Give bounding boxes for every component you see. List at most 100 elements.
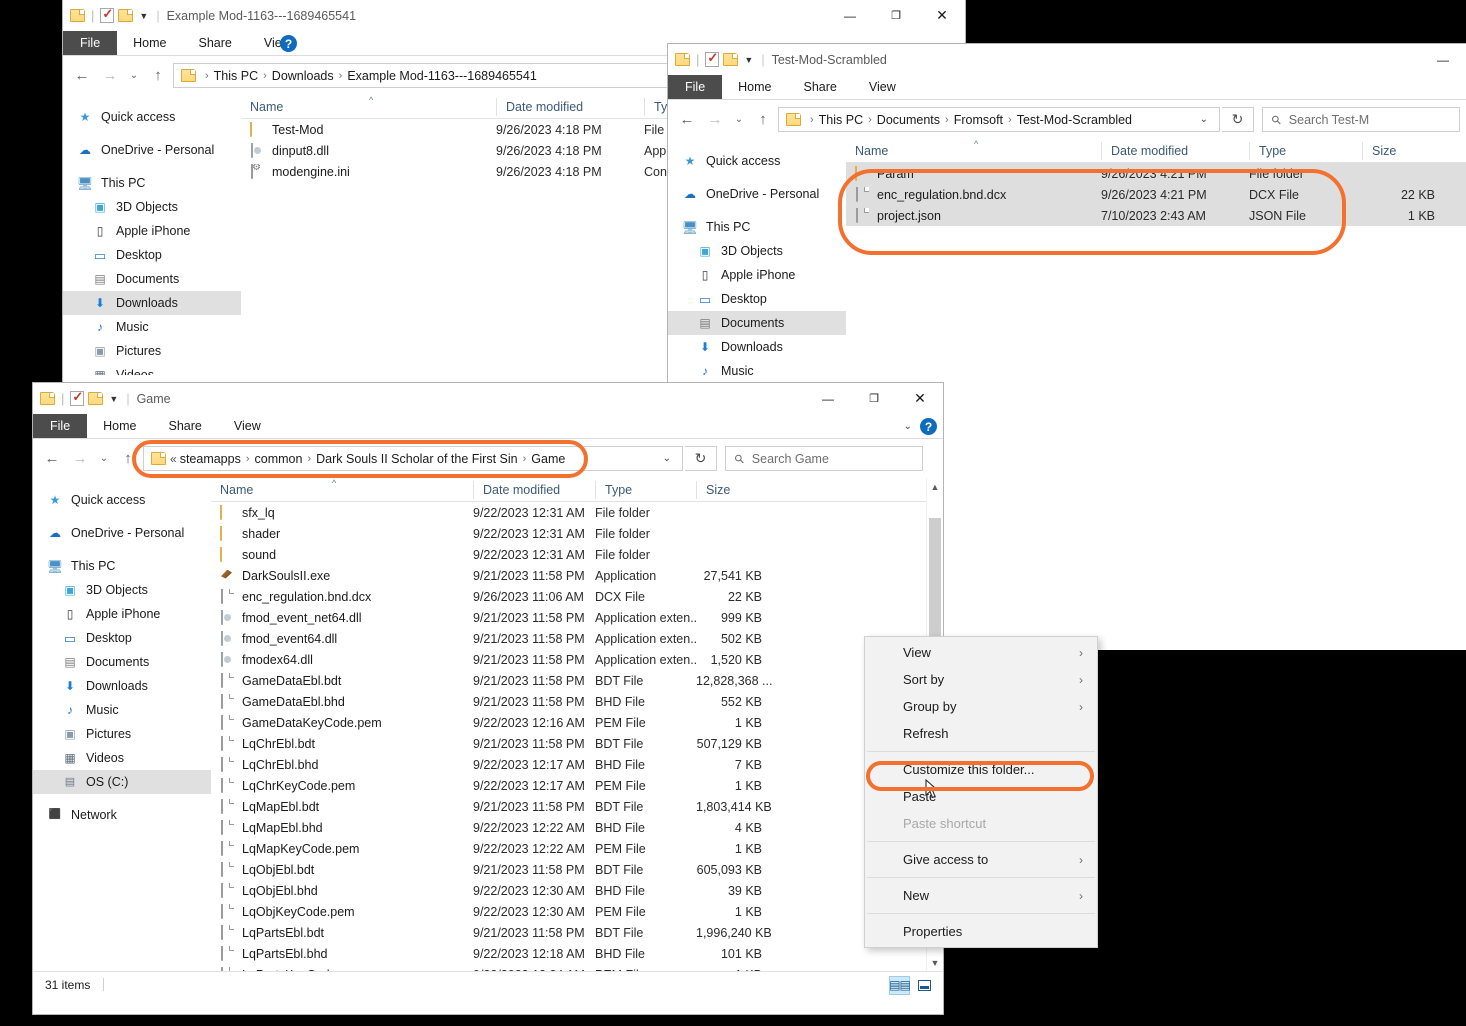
sidebar-item-os-c[interactable]: ▤ OS (C:) bbox=[33, 770, 211, 794]
breadcrumb-item-documents[interactable]: Documents bbox=[877, 113, 940, 127]
ribbon-right-controls[interactable]: ⌄ ? bbox=[904, 414, 937, 439]
properties-icon[interactable] bbox=[705, 50, 720, 67]
sidebar-item-pictures[interactable]: ▣ Pictures bbox=[33, 722, 211, 746]
up-button[interactable]: ↑ bbox=[750, 105, 776, 135]
sidebar-item-this-pc[interactable]: 🖥 This PC bbox=[63, 171, 241, 195]
explorer-window-game[interactable]: | ▼ |Game — ❐ ✕ File Home Share View ⌄ ? bbox=[33, 383, 943, 1014]
column-header-name[interactable]: Name bbox=[211, 481, 473, 499]
tab-home[interactable]: Home bbox=[87, 414, 152, 438]
maximize-button[interactable]: ❐ bbox=[873, 0, 919, 31]
column-header-date-modified[interactable]: Date modified bbox=[1101, 141, 1249, 160]
chevron-down-icon[interactable]: ⌄ bbox=[904, 421, 912, 432]
sidebar-item-music[interactable]: ♪ Music bbox=[63, 315, 241, 339]
table-row[interactable]: LqMapKeyCode.pem 9/22/2023 12:22 AM PEM Fi… bbox=[211, 838, 943, 859]
table-row[interactable]: LqObjEbl.bhd 9/22/2023 12:30 AM BHD File 39… bbox=[211, 880, 943, 901]
up-button[interactable]: ↑ bbox=[145, 61, 171, 91]
chevron-down-icon[interactable]: ⌄ bbox=[264, 38, 272, 49]
table-row[interactable]: Param 9/26/2023 4:21 PM File folder bbox=[846, 163, 1466, 184]
sidebar-item-downloads[interactable]: ⬇ Downloads bbox=[63, 291, 241, 315]
column-header-size[interactable]: Size bbox=[696, 480, 774, 499]
table-row[interactable]: enc_regulation.bnd.dcx 9/26/2023 4:21 PM D… bbox=[846, 184, 1466, 205]
sidebar-item-desktop[interactable]: ▭ Desktop bbox=[668, 287, 846, 311]
breadcrumb-item-fromsoft[interactable]: Fromsoft bbox=[954, 113, 1003, 127]
breadcrumb-item-steamapps[interactable]: steamapps bbox=[180, 452, 241, 466]
sidebar-item-this-pc[interactable]: 🖥 This PC bbox=[668, 215, 846, 239]
sidebar-item-apple-iphone[interactable]: ▯ Apple iPhone bbox=[33, 602, 211, 626]
table-row[interactable]: LqChrEbl.bhd 9/22/2023 12:17 AM BHD File 7 … bbox=[211, 754, 943, 775]
table-row[interactable]: LqPartsEbl.bdt 9/21/2023 11:58 PM BDT File… bbox=[211, 922, 943, 943]
sidebar-item-music[interactable]: ♪ Music bbox=[33, 698, 211, 722]
titlebar[interactable]: | ▼ |Test-Mod-Scrambled — bbox=[668, 44, 1466, 75]
context-menu-item-sort-by[interactable]: Sort by › bbox=[865, 666, 1097, 693]
table-row[interactable]: LqObjKeyCode.pem 9/22/2023 12:30 AM PEM Fi… bbox=[211, 901, 943, 922]
tab-view[interactable]: View bbox=[218, 414, 277, 438]
address-dropdown-icon[interactable]: ⌄ bbox=[656, 453, 678, 464]
recent-locations-button[interactable]: ⌄ bbox=[95, 444, 113, 474]
table-row[interactable]: LqMapEbl.bdt 9/21/2023 11:58 PM BDT File 1,… bbox=[211, 796, 943, 817]
table-row[interactable]: LqPartsEbl.bhd 9/22/2023 12:18 AM BHD File… bbox=[211, 943, 943, 964]
table-row[interactable]: GameDataKeyCode.pem 9/22/2023 12:16 AM PEM… bbox=[211, 712, 943, 733]
sidebar-item-quick-access[interactable]: ★ Quick access bbox=[668, 149, 846, 173]
table-row[interactable]: GameDataEbl.bdt 9/21/2023 11:58 PM BDT Fil… bbox=[211, 670, 943, 691]
breadcrumb-item-this-pc[interactable]: This PC bbox=[214, 69, 258, 83]
table-row[interactable]: DarkSoulsII.exe 9/21/2023 11:58 PM Applica… bbox=[211, 565, 943, 586]
context-menu-item-properties[interactable]: Properties bbox=[865, 918, 1097, 945]
table-row[interactable]: LqMapEbl.bhd 9/22/2023 12:22 AM BHD File 4 … bbox=[211, 817, 943, 838]
ribbon-tabs[interactable]: File Home Share View ⌄ ? bbox=[33, 414, 943, 439]
help-icon[interactable]: ? bbox=[920, 418, 937, 435]
table-row[interactable]: shader 9/22/2023 12:31 AM File folder bbox=[211, 523, 943, 544]
address-dropdown-icon[interactable]: ⌄ bbox=[1193, 114, 1215, 125]
tab-file[interactable]: File bbox=[668, 75, 723, 99]
navigation-pane[interactable]: ★ Quick access ☁ OneDrive - Personal 🖥 This P… bbox=[63, 95, 241, 375]
sidebar-item-documents[interactable]: ▤ Documents bbox=[63, 267, 241, 291]
context-menu-item-refresh[interactable]: Refresh bbox=[865, 720, 1097, 747]
sidebar-item-videos[interactable]: ▦ Videos bbox=[63, 363, 241, 375]
context-menu-item-give-access-to[interactable]: Give access to › bbox=[865, 846, 1097, 873]
new-folder-icon[interactable] bbox=[88, 392, 104, 405]
column-header-type[interactable]: Type bbox=[1249, 141, 1362, 160]
breadcrumb-item-current[interactable]: Game bbox=[531, 452, 565, 466]
properties-icon[interactable] bbox=[100, 6, 115, 23]
column-header-date-modified[interactable]: Date modified bbox=[496, 97, 644, 116]
titlebar[interactable]: | ▼ |Game — ❐ ✕ bbox=[33, 383, 943, 414]
table-row[interactable]: fmod_event64.dll 9/21/2023 11:58 PM Applic… bbox=[211, 628, 943, 649]
up-button[interactable]: ↑ bbox=[115, 444, 141, 474]
tab-home[interactable]: Home bbox=[722, 75, 787, 99]
recent-locations-button[interactable]: ⌄ bbox=[125, 61, 143, 91]
quick-access-toolbar[interactable]: | ▼ bbox=[675, 50, 753, 67]
sidebar-item-3d-objects[interactable]: ▣ 3D Objects bbox=[33, 578, 211, 602]
file-rows[interactable]: Param 9/26/2023 4:21 PM File folder enc_reg… bbox=[846, 163, 1466, 226]
context-menu-item-view[interactable]: View › bbox=[865, 639, 1097, 666]
view-mode-buttons[interactable]: ▤▤ bbox=[889, 972, 935, 998]
column-header-date-modified[interactable]: Date modified bbox=[473, 480, 595, 499]
file-list-area[interactable]: Name Date modified Type Size ^ ^ sfx_lq 9… bbox=[211, 478, 943, 982]
sidebar-item-desktop[interactable]: ▭ Desktop bbox=[33, 626, 211, 650]
column-headers[interactable]: Name Date modified Type Size ^ ^ bbox=[211, 478, 943, 502]
forward-button[interactable]: → bbox=[97, 61, 123, 91]
tab-file[interactable]: File bbox=[33, 414, 88, 438]
sidebar-item-onedrive-personal[interactable]: ☁ OneDrive - Personal bbox=[668, 182, 846, 206]
breadcrumb-item-dark-souls[interactable]: Dark Souls II Scholar of the First Sin bbox=[316, 452, 517, 466]
sidebar-item-desktop[interactable]: ▭ Desktop bbox=[63, 243, 241, 267]
address-bar-row[interactable]: ← → ⌄ ↑ › This PC › Documents › Fromsoft… bbox=[668, 100, 1466, 139]
sidebar-item-documents[interactable]: ▤ Documents bbox=[668, 311, 846, 335]
scroll-up-arrow[interactable]: ▲ bbox=[927, 478, 943, 495]
tab-share[interactable]: Share bbox=[153, 414, 218, 438]
navigation-pane[interactable]: ★ Quick access ☁ OneDrive - Personal 🖥 This P… bbox=[33, 478, 211, 971]
details-view-button[interactable]: ▤▤ bbox=[889, 975, 911, 995]
table-row[interactable]: LqChrEbl.bdt 9/21/2023 11:58 PM BDT File 50… bbox=[211, 733, 943, 754]
column-header-type[interactable]: Type bbox=[595, 480, 696, 499]
sidebar-item-pictures[interactable]: ▣ Pictures bbox=[63, 339, 241, 363]
help-icon[interactable]: ? bbox=[280, 35, 297, 52]
sidebar-item-downloads[interactable]: ⬇ Downloads bbox=[33, 674, 211, 698]
context-menu-item-group-by[interactable]: Group by › bbox=[865, 693, 1097, 720]
tab-share[interactable]: Share bbox=[788, 75, 853, 99]
breadcrumb-item-downloads[interactable]: Downloads bbox=[272, 69, 334, 83]
context-menu-item-customize-this-folder[interactable]: Customize this folder... bbox=[865, 756, 1097, 783]
breadcrumb[interactable]: › This PC › Documents › Fromsoft › Test-… bbox=[805, 113, 1193, 127]
minimize-button[interactable]: — bbox=[805, 383, 851, 414]
breadcrumb-item-current[interactable]: Example Mod-1163---1689465541 bbox=[347, 69, 536, 83]
sidebar-item-apple-iphone[interactable]: ▯ Apple iPhone bbox=[63, 219, 241, 243]
scroll-down-arrow[interactable]: ▼ bbox=[927, 954, 943, 971]
minimize-button[interactable]: — bbox=[1420, 44, 1466, 75]
